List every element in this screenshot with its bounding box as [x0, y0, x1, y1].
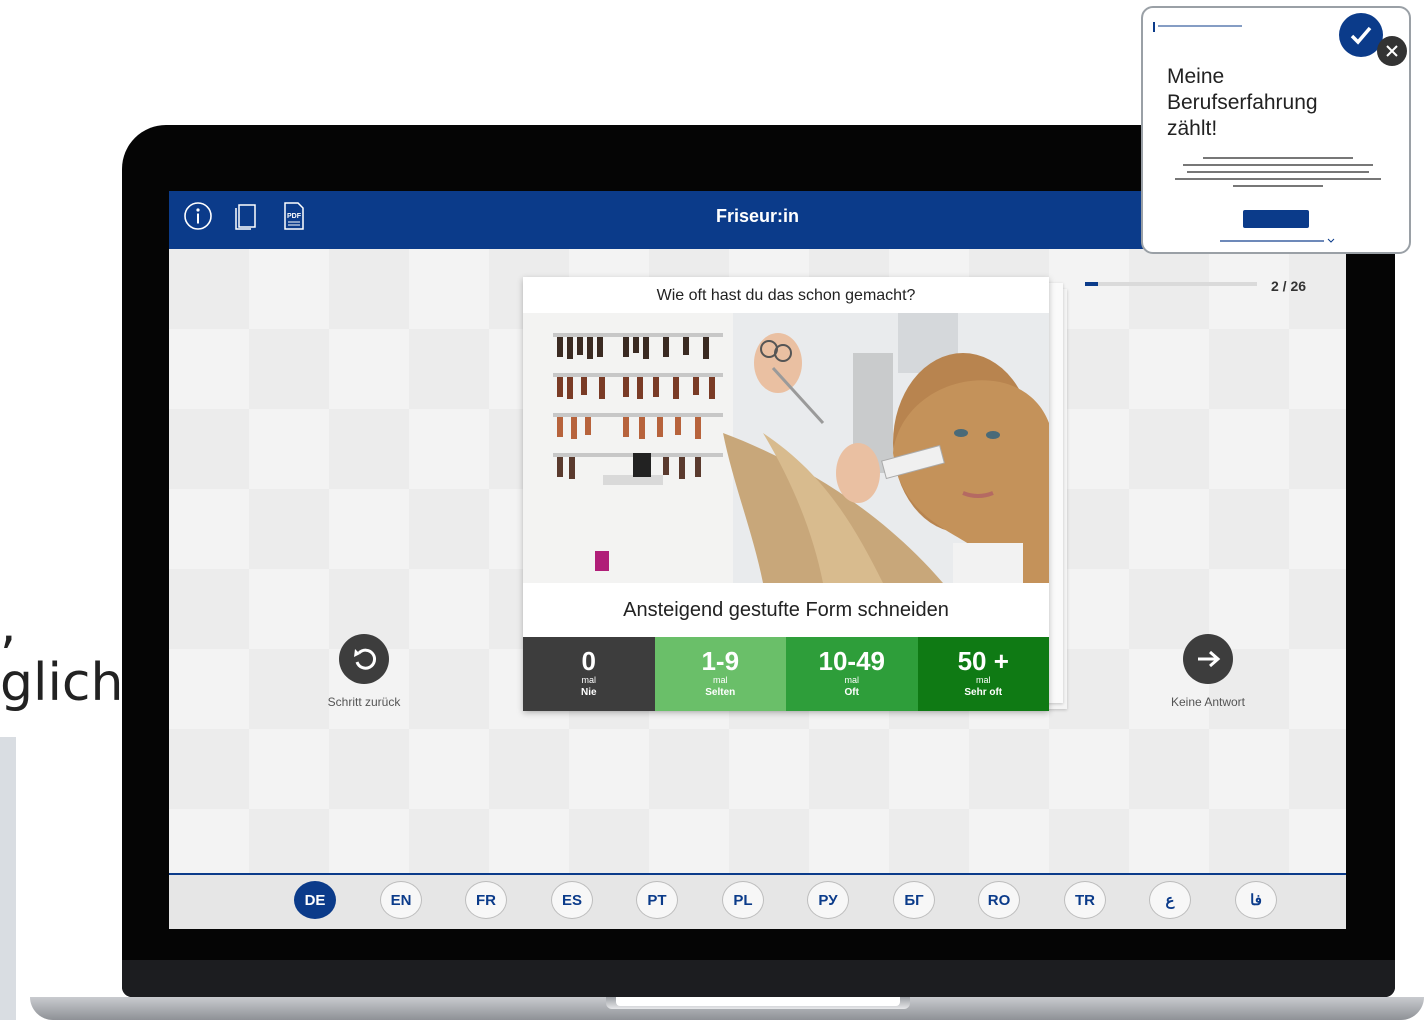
language-button-1[interactable]: EN — [380, 881, 422, 919]
answer-unit: mal — [712, 675, 728, 685]
answer-unit: mal — [975, 675, 991, 685]
hairdresser-photo — [523, 313, 1049, 583]
task-title: Ansteigend gestufte Form schneiden — [623, 599, 949, 621]
question-text: Wie oft hast du das schon gemacht? — [656, 287, 916, 304]
answer-option-1[interactable]: 1-9 mal Selten — [654, 637, 786, 711]
popup-cta-button[interactable] — [1243, 210, 1309, 228]
language-button-8[interactable]: RO — [978, 881, 1020, 919]
language-button-11[interactable]: فا — [1235, 881, 1277, 919]
popup-body-text — [1173, 155, 1383, 202]
next-button-label: Keine Antwort — [1170, 695, 1246, 709]
popup-headline-line2: Berufserfahrung — [1167, 91, 1318, 114]
back-button-label: Schritt zurück — [327, 695, 401, 709]
arrow-right-icon — [1198, 650, 1221, 668]
language-button-10[interactable]: ع — [1149, 881, 1191, 919]
answer-label: Sehr oft — [964, 687, 1003, 698]
popup-headline: Meine Berufserfahrung zählt! — [1167, 64, 1318, 142]
answer-options: 0 mal Nie 1-9 mal Selten 10-49 mal Oft 50 + mal Seh… — [523, 637, 1049, 711]
answer-option-2[interactable]: 10-49 mal Oft — [786, 637, 918, 711]
popup-footer-link[interactable] — [1143, 238, 1409, 246]
popup-headline-line3: zählt! — [1167, 117, 1218, 140]
answer-unit: mal — [844, 675, 859, 685]
next-button[interactable] — [1183, 634, 1233, 684]
answer-option-0[interactable]: 0 mal Nie — [523, 637, 655, 711]
answer-label: Oft — [844, 687, 859, 698]
answer-range: 1-9 — [701, 646, 740, 676]
back-button[interactable] — [339, 634, 389, 684]
background-panel — [0, 737, 16, 1020]
background-text-line2: glich — [0, 653, 124, 713]
answer-label: Nie — [580, 687, 597, 698]
progress-label: 2 / 26 — [1271, 278, 1307, 294]
language-button-9[interactable]: TR — [1064, 881, 1106, 919]
language-bar: DE EN FR ES PT PL РУ БГ RO TR ع فا — [169, 873, 1346, 929]
laptop-bezel-bottom — [122, 960, 1395, 997]
answer-unit: mal — [581, 675, 596, 685]
background-page-text: , glich — [0, 596, 123, 712]
close-icon — [1386, 45, 1398, 57]
language-button-3[interactable]: ES — [551, 881, 593, 919]
popup-headline-line1: Meine — [1167, 65, 1225, 88]
answer-range: 50 + — [957, 646, 1009, 676]
progress-bar — [1085, 282, 1257, 286]
undo-arrow-icon — [354, 648, 377, 670]
language-button-0[interactable]: DE — [294, 881, 336, 919]
language-button-2[interactable]: FR — [465, 881, 507, 919]
answer-label: Selten — [705, 687, 736, 698]
laptop-notch — [606, 997, 910, 1009]
app-screen: PDF Friseur:in 2 / 26 Wie oft hast du da… — [169, 191, 1346, 929]
language-button-6[interactable]: РУ — [807, 881, 849, 919]
answer-range: 10-49 — [818, 646, 886, 676]
progress-fill — [1085, 282, 1099, 286]
background-text-line1: , — [0, 595, 17, 655]
language-button-4[interactable]: PT — [636, 881, 678, 919]
answer-range: 0 — [581, 646, 596, 676]
promo-popup: Meine Berufserfahrung zählt! — [1141, 6, 1411, 254]
answer-option-3[interactable]: 50 + mal Sehr oft — [917, 637, 1049, 711]
language-button-5[interactable]: PL — [722, 881, 764, 919]
language-button-7[interactable]: БГ — [893, 881, 935, 919]
question-card: Wie oft hast du das schon gemacht? Anste… — [523, 277, 1049, 711]
popup-brand-logo — [1153, 22, 1244, 32]
popup-close-button[interactable] — [1377, 36, 1407, 66]
